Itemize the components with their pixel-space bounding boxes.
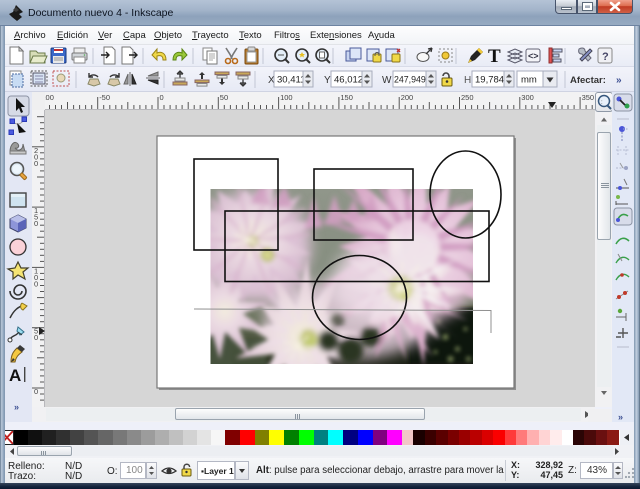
svg-text:100: 100	[280, 93, 293, 102]
svg-text:?: ?	[602, 51, 609, 63]
svg-text:T: T	[488, 46, 501, 67]
svg-text:350: 350	[582, 93, 595, 102]
svg-text:0: 0	[34, 159, 38, 168]
svg-text:150: 150	[340, 93, 353, 102]
svg-text:»: »	[14, 402, 19, 412]
svg-text:46,012: 46,012	[334, 75, 363, 86]
svg-text:<>: <>	[528, 51, 539, 61]
svg-text:0: 0	[160, 93, 164, 102]
svg-text:-50: -50	[99, 93, 110, 102]
svg-text:H: H	[464, 75, 471, 86]
svg-text:mm: mm	[521, 75, 537, 86]
svg-text:A: A	[9, 366, 21, 385]
svg-text:0: 0	[34, 333, 38, 342]
svg-text:0: 0	[34, 219, 38, 228]
svg-text:»: »	[618, 412, 623, 422]
svg-text:50: 50	[220, 93, 228, 102]
svg-text:300: 300	[521, 93, 534, 102]
svg-text:19,784: 19,784	[475, 75, 504, 86]
svg-text:Afectar:: Afectar:	[570, 75, 606, 86]
svg-text:250: 250	[461, 93, 474, 102]
svg-text:0: 0	[34, 279, 38, 288]
svg-text:W: W	[382, 75, 392, 86]
svg-text:»: »	[616, 75, 622, 86]
svg-text:247,949: 247,949	[394, 75, 426, 85]
svg-text:0: 0	[34, 387, 38, 396]
svg-text:200: 200	[401, 93, 414, 102]
svg-text:Y: Y	[324, 75, 331, 86]
svg-text:30,411: 30,411	[277, 75, 305, 86]
